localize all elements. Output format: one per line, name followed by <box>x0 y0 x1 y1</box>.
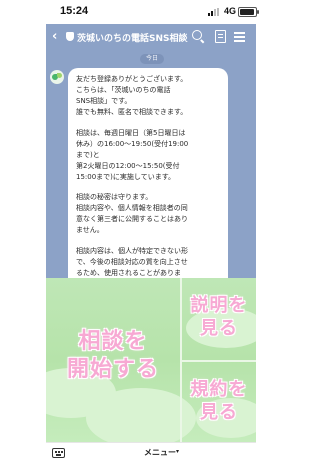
menu-toggle-button[interactable]: メニュー <box>144 447 176 458</box>
rich-menu: 相談を 開始する 説明を 見る 規約を 見る <box>46 278 256 442</box>
message-paragraph: 相談は、毎週日曜日（第5日曜日は 休み）の16:00〜19:50(受付19:00… <box>76 129 189 181</box>
message-paragraph: 友だち登録ありがとうございます。 こちらは、「茨城いのちの電話 SNS相談」です… <box>76 75 188 116</box>
view-explanation-label: 説明を 見る <box>190 295 248 339</box>
chevron-left-icon[interactable]: ‹ <box>52 29 57 44</box>
keyboard-icon[interactable] <box>52 448 65 458</box>
status-bar: 15:24 4G <box>0 0 300 24</box>
status-time: 15:24 <box>60 5 89 17</box>
date-separator: 今日 <box>140 54 165 64</box>
bottom-bar: メニュー ▾ <box>46 442 256 465</box>
start-consultation-label: 相談を 開始する <box>66 329 159 382</box>
chat-title: 茨城いのちの電話SNS相談 <box>77 34 188 44</box>
menu-icon[interactable] <box>233 29 247 43</box>
network-type: 4G <box>224 6 237 16</box>
signal-icon <box>208 8 222 16</box>
search-icon[interactable] <box>191 29 205 44</box>
notes-icon[interactable] <box>213 29 227 43</box>
caret-down-icon[interactable]: ▾ <box>176 448 179 455</box>
chat-header: ‹ 茨城いのちの電話SNS相談 <box>46 24 256 50</box>
battery-icon <box>238 7 259 17</box>
chat-screen: ‹ 茨城いのちの電話SNS相談 今日 友だち登録ありがとうございます。 こちらは… <box>46 24 256 442</box>
account-avatar[interactable] <box>50 70 64 84</box>
view-explanation-button[interactable]: 説明を 見る <box>182 278 256 360</box>
start-consultation-button[interactable]: 相談を 開始する <box>46 278 180 442</box>
shield-icon <box>66 32 74 41</box>
battery-level <box>240 9 255 15</box>
view-terms-button[interactable]: 規約を 見る <box>182 362 256 442</box>
message-paragraph: 相談の秘密は守ります。 相談内容や、個人情報を相談者の同 意なく第三者に公開する… <box>76 193 188 234</box>
view-terms-label: 規約を 見る <box>190 379 248 423</box>
